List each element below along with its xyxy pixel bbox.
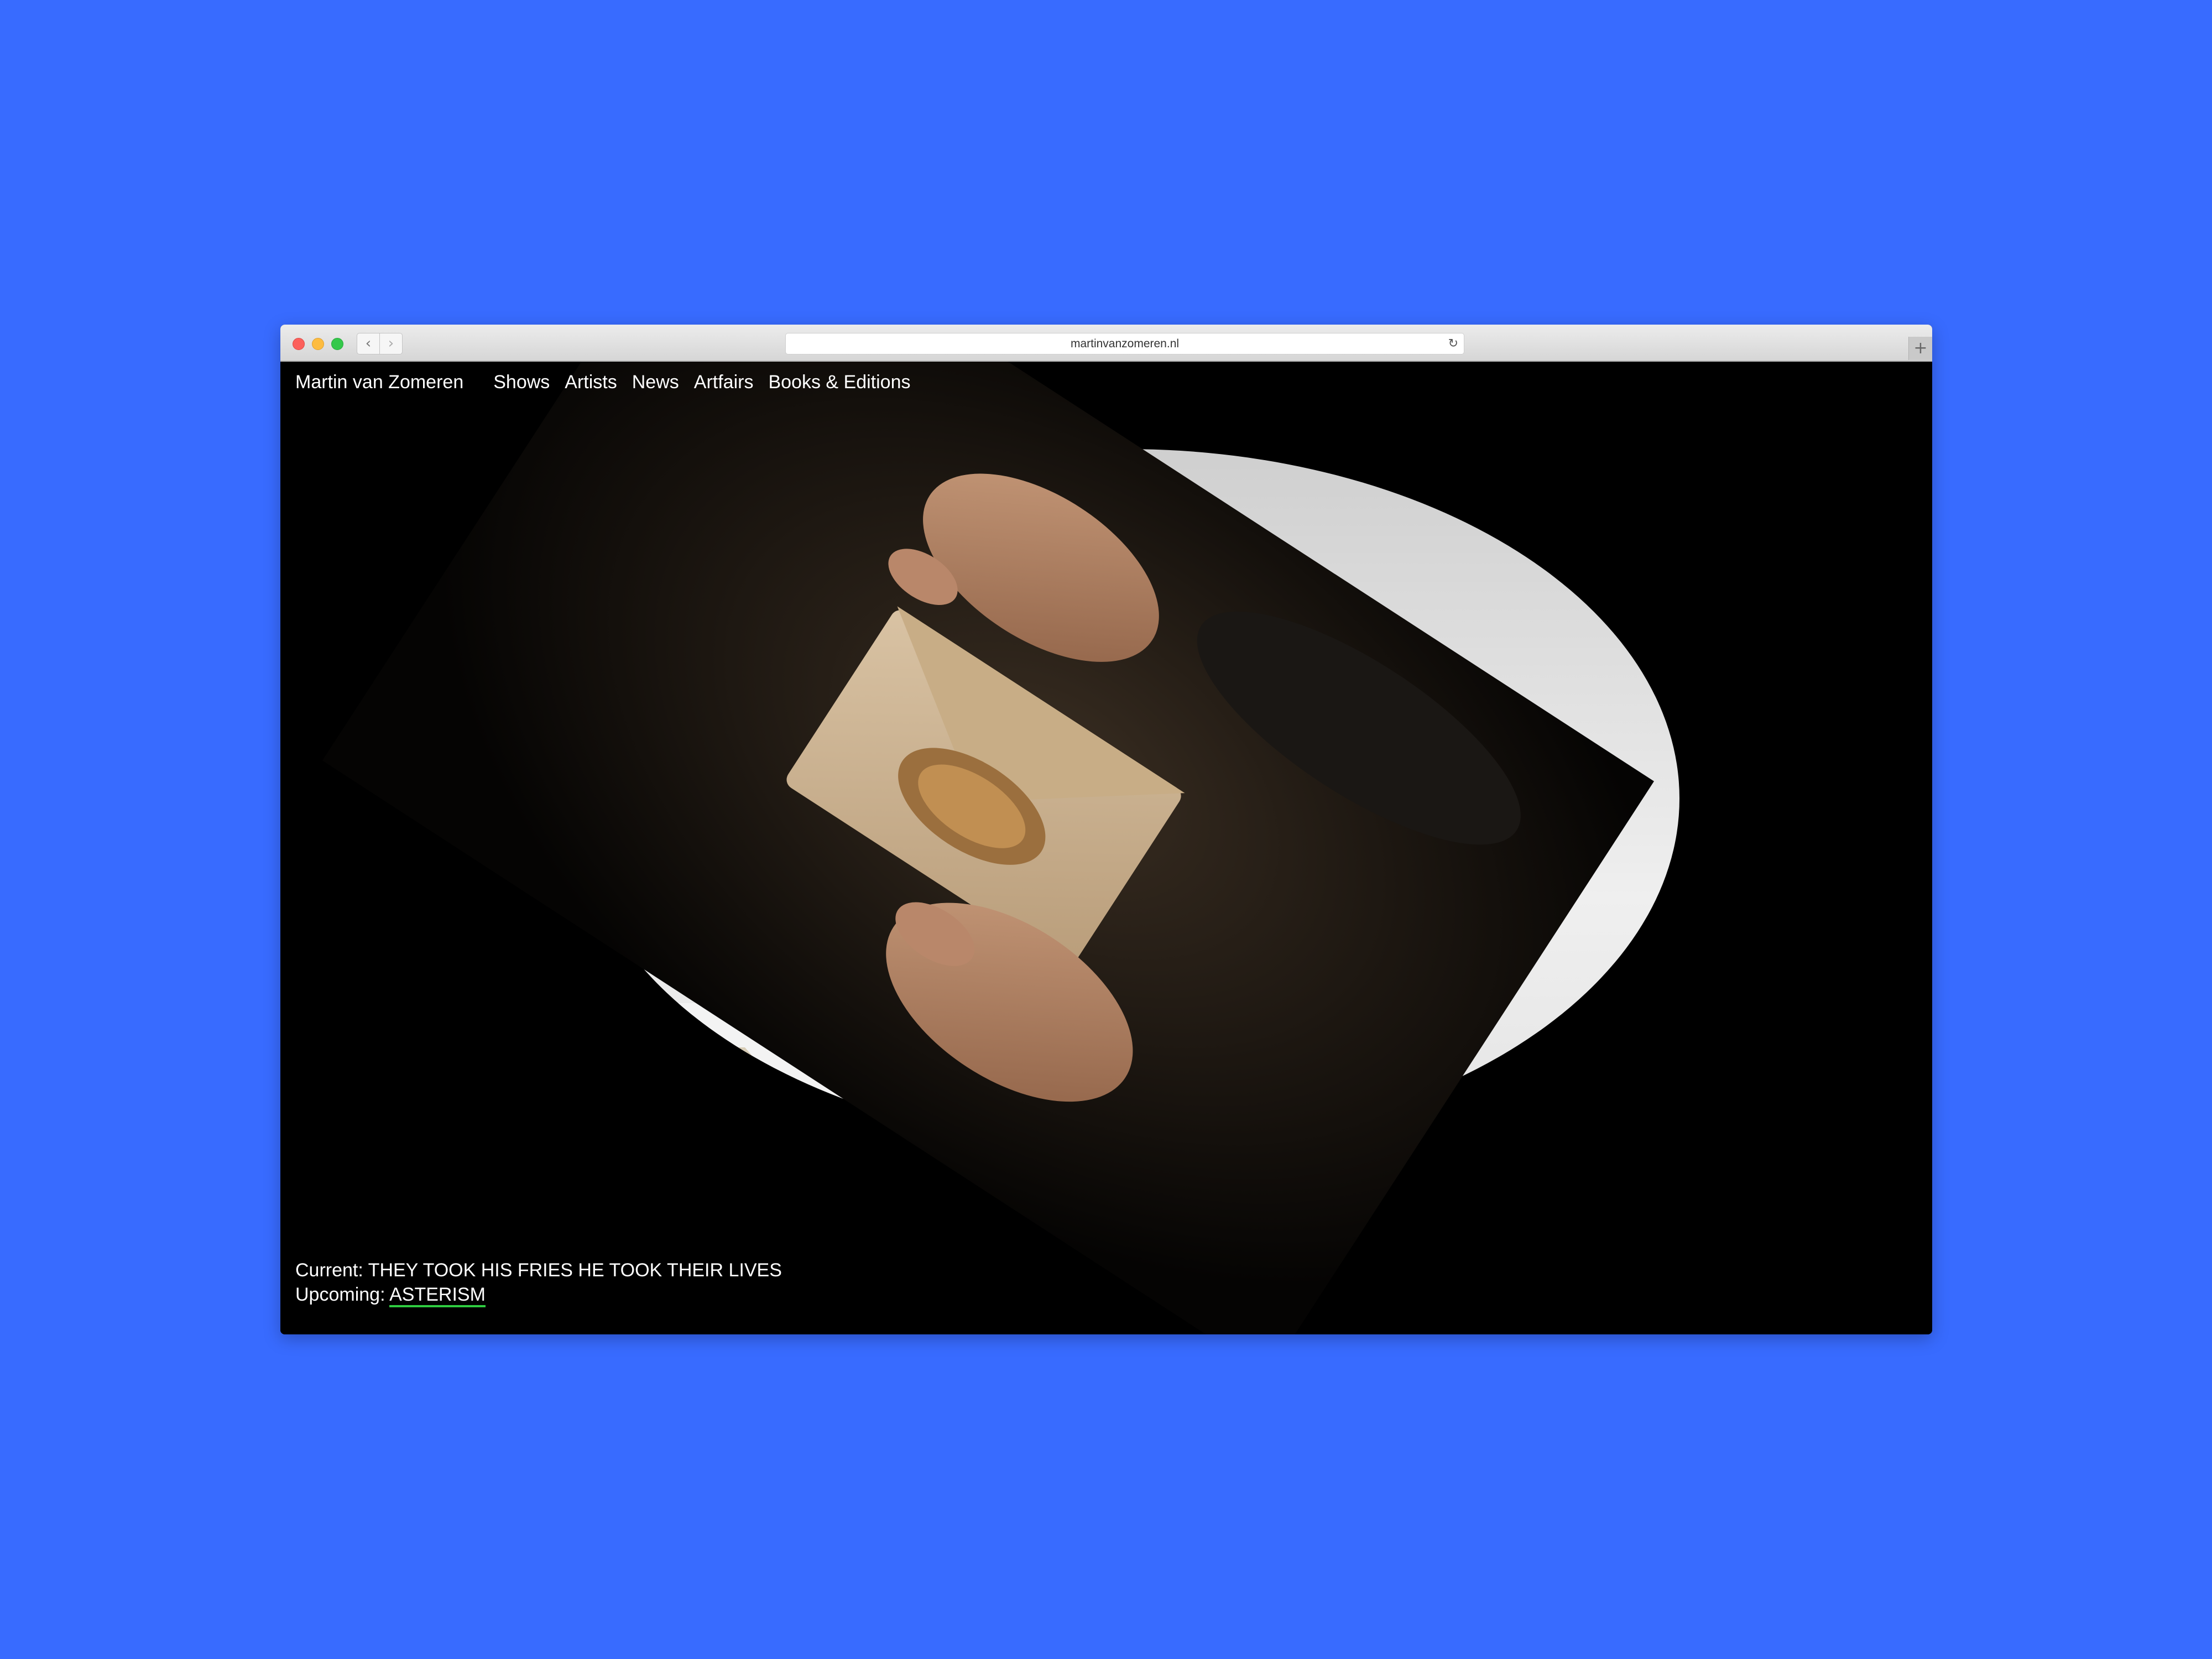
upcoming-label: Upcoming: — [295, 1284, 385, 1305]
current-exhibition: Current: THEY TOOK HIS FRIES HE TOOK THE… — [295, 1258, 782, 1282]
current-title[interactable]: THEY TOOK HIS FRIES HE TOOK THEIR LIVES — [368, 1260, 782, 1281]
close-window-button[interactable] — [293, 338, 305, 350]
envelope-photo — [322, 362, 1655, 1334]
reload-icon[interactable]: ↻ — [1448, 333, 1458, 354]
upcoming-link[interactable]: ASTERISM — [389, 1284, 486, 1307]
forward-icon[interactable]: › — [379, 333, 403, 354]
upcoming-exhibition: Upcoming: ASTERISM — [295, 1282, 782, 1307]
nav-item-books-editions[interactable]: Books & Editions — [768, 372, 910, 393]
url-text: martinvanzomeren.nl — [1070, 337, 1180, 350]
exhibition-info: Current: THEY TOOK HIS FRIES HE TOOK THE… — [295, 1258, 782, 1307]
nav-item-artfairs[interactable]: Artfairs — [694, 372, 754, 393]
browser-titlebar: ‹ › martinvanzomeren.nl ↻ + — [280, 325, 1932, 362]
page-content: Martin van Zomeren Shows Artists News Ar… — [280, 362, 1932, 1334]
hero-artwork — [322, 362, 1679, 1334]
nav-links: Shows Artists News Artfairs Books & Edit… — [493, 372, 910, 393]
nav-item-news[interactable]: News — [632, 372, 679, 393]
browser-window: ‹ › martinvanzomeren.nl ↻ + Martin van Z… — [280, 325, 1932, 1334]
current-label: Current: — [295, 1260, 363, 1281]
minimize-window-button[interactable] — [312, 338, 324, 350]
address-bar[interactable]: martinvanzomeren.nl ↻ — [785, 333, 1464, 354]
nav-item-shows[interactable]: Shows — [493, 372, 550, 393]
back-icon[interactable]: ‹ — [357, 333, 380, 354]
maximize-window-button[interactable] — [331, 338, 343, 350]
site-navigation: Martin van Zomeren Shows Artists News Ar… — [295, 372, 911, 393]
nav-item-artists[interactable]: Artists — [565, 372, 617, 393]
site-logo[interactable]: Martin van Zomeren — [295, 372, 463, 393]
new-tab-icon[interactable]: + — [1908, 337, 1932, 360]
